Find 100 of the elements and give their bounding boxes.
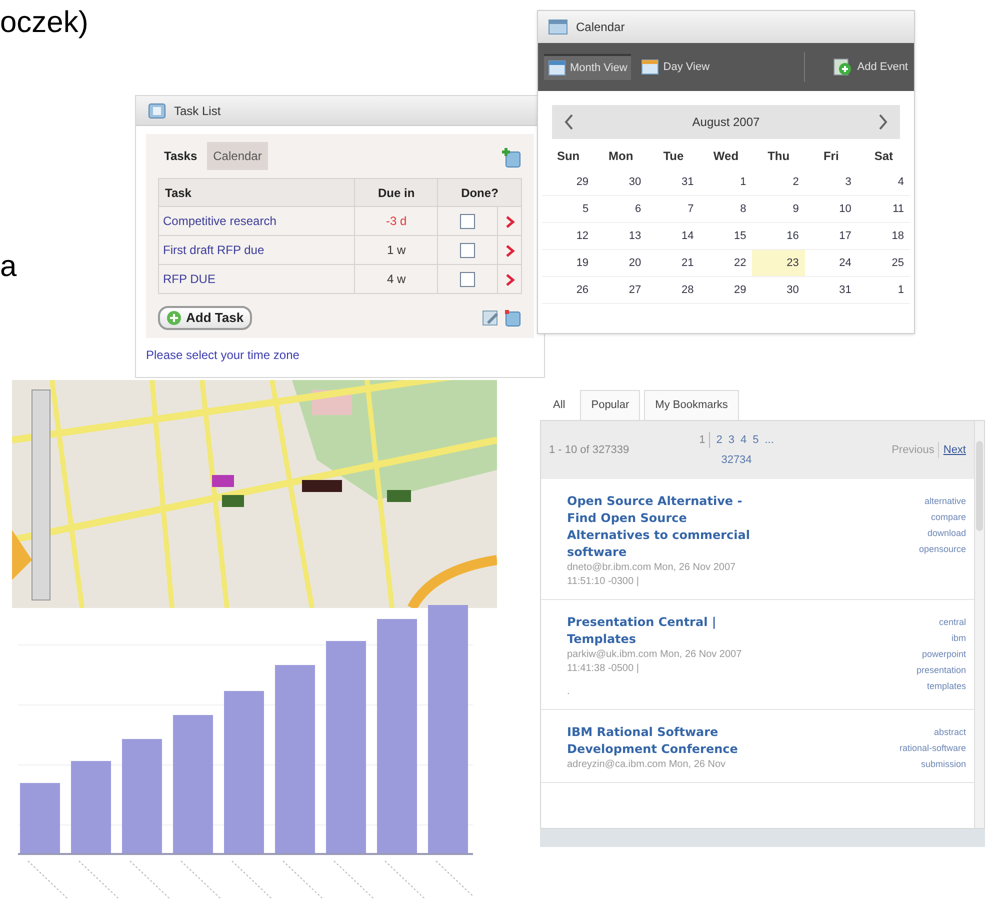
- day-cell[interactable]: 4: [857, 169, 910, 196]
- add-event-button[interactable]: Add Event: [833, 54, 908, 80]
- task-link[interactable]: First draft RFP due: [158, 236, 355, 264]
- day-cell[interactable]: 29: [542, 169, 595, 196]
- tag-link[interactable]: submission: [920, 756, 966, 772]
- tag-link[interactable]: alternative: [924, 493, 966, 509]
- bookmark-title-link[interactable]: IBM Rational Software Development Conference: [567, 724, 767, 758]
- add-event-icon: [833, 58, 854, 76]
- axis-label-mark: [384, 860, 426, 900]
- day-cell[interactable]: 10: [804, 196, 858, 223]
- day-cell[interactable]: 13: [594, 223, 648, 250]
- bookmark-note: .: [567, 685, 571, 699]
- day-cell[interactable]: 31: [804, 277, 858, 304]
- month-label: August 2007: [691, 114, 761, 131]
- day-cell[interactable]: 8: [700, 196, 752, 223]
- page-link[interactable]: 5: [752, 432, 759, 448]
- weekday-label: Tue: [662, 148, 685, 165]
- day-cell[interactable]: 30: [594, 169, 648, 196]
- day-cell[interactable]: 31: [647, 169, 700, 196]
- bookmark-title-link[interactable]: Presentation Central | Templates: [567, 614, 767, 648]
- weekday-label: Wed: [712, 148, 740, 165]
- day-cell[interactable]: 29: [700, 277, 752, 304]
- page-link[interactable]: 4: [740, 432, 747, 448]
- view-button[interactable]: Day View: [637, 54, 714, 80]
- page-link[interactable]: 2: [716, 432, 722, 448]
- axis-label-mark: [334, 860, 374, 900]
- page-link[interactable]: 32734: [721, 452, 752, 468]
- add-task-button[interactable]: Add Task: [158, 306, 252, 330]
- day-cell[interactable]: 25: [857, 250, 910, 277]
- tag-link[interactable]: ibm: [951, 630, 966, 646]
- tab[interactable]: My Bookmarks: [644, 390, 739, 420]
- tab[interactable]: Popular: [580, 390, 640, 420]
- note-icon[interactable]: [504, 309, 522, 327]
- day-cell[interactable]: 7: [647, 196, 700, 223]
- day-cell[interactable]: 27: [594, 277, 648, 304]
- checkbox[interactable]: [460, 243, 476, 258]
- weekday-label: Thu: [766, 148, 791, 165]
- tag-link[interactable]: templates: [926, 678, 966, 694]
- window-title: Calendar: [576, 19, 625, 36]
- day-cell[interactable]: 26: [542, 277, 595, 304]
- chevron-icon[interactable]: [504, 274, 515, 286]
- tag-link[interactable]: presentation: [916, 662, 966, 678]
- task-link[interactable]: RFP DUE: [158, 264, 355, 294]
- weekday-label: Sun: [556, 148, 581, 165]
- page-link[interactable]: 3: [728, 432, 734, 448]
- tag-link[interactable]: rational-software: [899, 740, 966, 756]
- tag-link[interactable]: central: [938, 614, 966, 630]
- day-cell[interactable]: 19: [542, 250, 595, 277]
- window-title: Task List: [174, 102, 221, 120]
- bookmark-meta: adreyzin@ca.ibm.com Mon, 26 Nov: [567, 758, 727, 772]
- checkbox[interactable]: [460, 272, 476, 288]
- bookmark-title-link[interactable]: Open Source Alternative - Find Open Source Alternatives to commercial software: [567, 493, 767, 561]
- day-cell[interactable]: 20: [594, 250, 648, 277]
- checkbox[interactable]: [460, 214, 476, 230]
- tab[interactable]: Calendar: [207, 142, 268, 170]
- day-cell[interactable]: 30: [752, 277, 805, 304]
- day-cell[interactable]: 3: [804, 169, 858, 196]
- new-task-icon[interactable]: [502, 146, 522, 168]
- day-cell[interactable]: 14: [647, 223, 700, 250]
- day-cell[interactable]: 17: [804, 223, 858, 250]
- day-cell[interactable]: 12: [542, 223, 595, 250]
- weekday-label: Fri: [822, 148, 840, 165]
- chevron-icon[interactable]: [504, 244, 515, 257]
- axis-label-mark: [130, 860, 170, 900]
- tag-link[interactable]: download: [927, 525, 966, 541]
- previous-month-icon[interactable]: [564, 114, 574, 130]
- chevron-icon[interactable]: [504, 216, 515, 228]
- day-cell[interactable]: 28: [647, 277, 700, 304]
- slide-text: a: [0, 252, 17, 282]
- axis-label-mark: [28, 860, 68, 900]
- day-cell[interactable]: 23: [752, 250, 805, 277]
- day-cell[interactable]: 2: [752, 169, 805, 196]
- day-cell[interactable]: 1: [857, 277, 910, 304]
- view-button[interactable]: Month View: [544, 54, 632, 80]
- page-link[interactable]: ...: [764, 432, 774, 448]
- day-cell[interactable]: 9: [752, 196, 805, 223]
- time-zone-link[interactable]: Please select your time zone: [146, 346, 534, 364]
- tag-link[interactable]: compare: [930, 509, 966, 525]
- day-cell[interactable]: 24: [804, 250, 858, 277]
- calendar-icon: [548, 19, 568, 35]
- next-month-icon[interactable]: [878, 114, 888, 130]
- slide-heading: oczek): [0, 8, 88, 38]
- day-cell[interactable]: 21: [647, 250, 700, 277]
- axis-label-mark: [78, 860, 120, 900]
- tag-link[interactable]: opensource: [918, 541, 966, 557]
- scrollbar[interactable]: [974, 421, 984, 828]
- edit-icon[interactable]: [482, 309, 500, 327]
- axis-label-mark: [180, 860, 222, 900]
- day-cell[interactable]: 1: [700, 169, 752, 196]
- day-cell[interactable]: 11: [857, 196, 910, 223]
- task-link[interactable]: Competitive research: [158, 206, 355, 236]
- next-link[interactable]: Next: [939, 442, 966, 458]
- day-cell[interactable]: 15: [700, 223, 752, 250]
- day-cell[interactable]: 18: [857, 223, 910, 250]
- axis-label-mark: [232, 860, 272, 900]
- tag-link[interactable]: powerpoint: [922, 646, 966, 662]
- day-cell[interactable]: 5: [542, 196, 595, 223]
- weekday-label: Sat: [873, 148, 894, 165]
- day-cell[interactable]: 6: [594, 196, 648, 223]
- tag-link[interactable]: abstract: [934, 724, 966, 740]
